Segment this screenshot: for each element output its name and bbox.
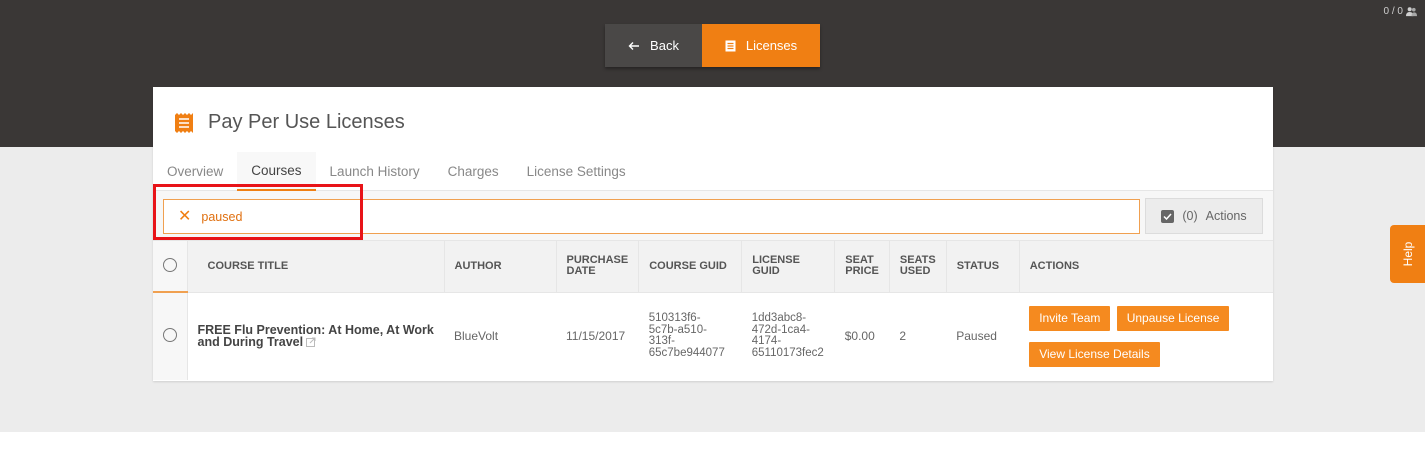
back-button[interactable]: Back: [605, 24, 702, 67]
checkbox-icon: [1161, 209, 1175, 223]
select-all-cell: [153, 241, 188, 293]
header-course-title[interactable]: COURSE TITLE: [187, 241, 444, 292]
users-icon: [1406, 7, 1417, 17]
actions-cell: Invite Team Unpause License View License…: [1019, 291, 1273, 380]
page-header: Pay Per Use Licenses: [175, 111, 405, 134]
row-select-cell: [153, 291, 188, 380]
license-guid-cell: 1dd3abc8- 472d-1ca4- 4174- 65110173fec2: [741, 291, 835, 380]
help-label: Help: [1400, 241, 1415, 267]
actions-count: (0): [1182, 209, 1198, 223]
user-count-text: 0 / 0: [1383, 6, 1403, 17]
page-title: Pay Per Use Licenses: [208, 111, 405, 133]
row-select-radio[interactable]: [162, 328, 177, 342]
tab-charges[interactable]: Charges: [434, 152, 513, 191]
licenses-button-label: Licenses: [745, 38, 798, 53]
header-course-guid[interactable]: COURSE GUID: [638, 241, 742, 292]
course-title-cell[interactable]: FREE Flu Prevention: At Home, At Work an…: [187, 291, 444, 380]
header-purchase-date[interactable]: PURCHASE DATE: [555, 241, 639, 292]
license-document-icon: [175, 112, 193, 133]
tab-license-settings[interactable]: License Settings: [513, 152, 640, 191]
table-header-row: COURSE TITLE AUTHOR PURCHASE DATE COURSE …: [153, 241, 1273, 293]
external-link-icon[interactable]: [306, 337, 316, 348]
header-status[interactable]: STATUS: [945, 241, 1020, 292]
highlight-box: [153, 184, 363, 240]
unpause-license-button[interactable]: Unpause License: [1116, 305, 1230, 331]
author-cell: BlueVolt: [444, 291, 556, 380]
user-count[interactable]: 0 / 0: [1384, 6, 1417, 17]
top-navigation: Back Licenses: [605, 24, 820, 67]
seat-price-cell: $0.00: [834, 291, 890, 380]
arrow-left-icon: [628, 41, 640, 50]
header-seat-price[interactable]: SEAT PRICE: [834, 241, 890, 292]
seats-used-cell: 2: [889, 291, 947, 380]
header-seats-used[interactable]: SEATS USED: [888, 241, 947, 292]
help-tab[interactable]: Help: [1390, 225, 1425, 283]
actions-button[interactable]: (0) Actions: [1145, 198, 1263, 234]
table-row: FREE Flu Prevention: At Home, At Work an…: [153, 291, 1273, 380]
purchase-date-cell: 11/15/2017: [556, 291, 639, 380]
actions-label: Actions: [1205, 209, 1247, 223]
status-cell: Paused: [946, 291, 1020, 380]
course-guid-cell: 510313f6- 5c7b-a510- 313f- 65c7be944077: [638, 291, 742, 380]
back-button-label: Back: [650, 38, 679, 53]
select-all-radio[interactable]: [162, 257, 177, 272]
filter-bar: ✕ paused (0) Actions: [153, 184, 1273, 241]
footer-band: [0, 432, 1425, 471]
view-license-details-button[interactable]: View License Details: [1029, 341, 1160, 367]
courses-table: COURSE TITLE AUTHOR PURCHASE DATE COURSE …: [153, 241, 1273, 380]
header-author[interactable]: AUTHOR: [443, 241, 556, 292]
header-license-guid[interactable]: LICENSE GUID: [741, 241, 835, 292]
invite-team-button[interactable]: Invite Team: [1029, 305, 1111, 331]
document-icon: [725, 40, 736, 51]
header-actions: ACTIONS: [1018, 241, 1273, 292]
licenses-card: Pay Per Use Licenses Overview Courses La…: [153, 87, 1273, 381]
licenses-button[interactable]: Licenses: [702, 24, 820, 67]
